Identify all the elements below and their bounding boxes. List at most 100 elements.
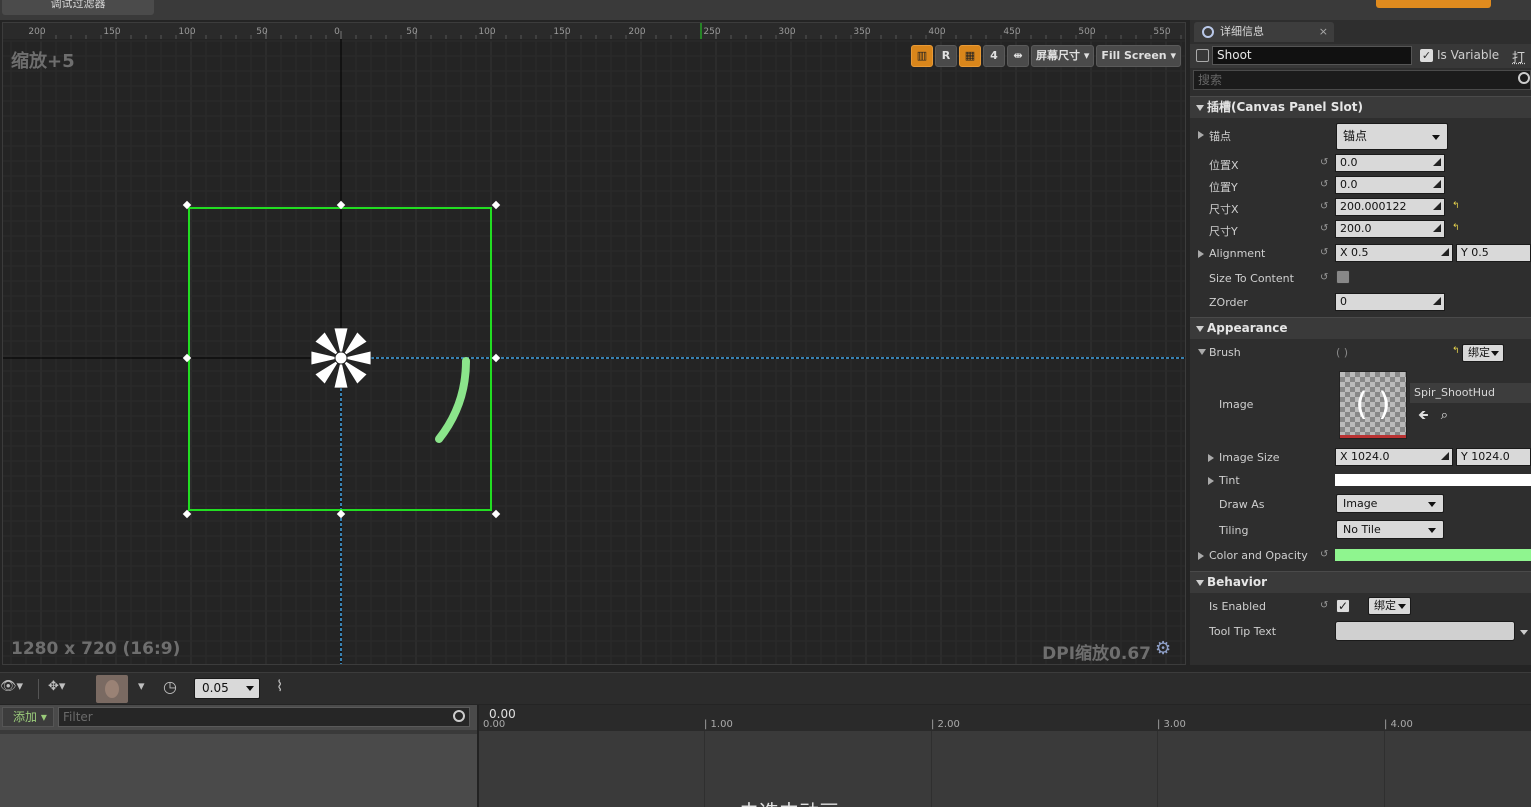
grid-snap-button[interactable]: ▦ xyxy=(959,45,981,67)
ruler-label: 450 xyxy=(1003,27,1020,37)
reset-icon[interactable]: ↺ xyxy=(1320,202,1330,212)
designer-canvas[interactable]: 200 150 100 50 0 50 100 150 200 250 300 350 400 450 50… xyxy=(2,22,1186,665)
designer-surface[interactable]: 200 150 100 50 0 50 100 150 200 250 300 350 400 450 50… xyxy=(3,23,1186,665)
position-x-field[interactable]: 0.0 xyxy=(1335,154,1445,172)
details-search-placeholder: 搜索 xyxy=(1198,73,1222,87)
draw-as-dropdown[interactable]: Image xyxy=(1336,494,1444,513)
expand-icon[interactable] xyxy=(1208,477,1214,485)
gear-icon[interactable]: ⚙ xyxy=(1155,639,1175,659)
add-track-button[interactable]: 添加 ▾ xyxy=(2,707,54,727)
track-list-header-strip xyxy=(0,730,477,734)
tiling-dropdown[interactable]: No Tile xyxy=(1336,520,1444,539)
ruler-label: 50 xyxy=(406,27,418,37)
animation-timeline[interactable]: 0.00 0.00 | 1.00| 2.00| 3.00| 4.00 未选中动画 xyxy=(477,705,1531,807)
details-search-input[interactable]: 搜索 xyxy=(1193,70,1531,90)
timeline-divider xyxy=(931,731,932,807)
reset-to-default-icon[interactable]: ↰ xyxy=(1452,347,1460,355)
reset-icon[interactable]: ↺ xyxy=(1320,273,1330,283)
zorder-field[interactable]: 0 xyxy=(1335,293,1445,311)
position-y-label: 位置Y xyxy=(1209,179,1238,195)
clock-icon: ◷ xyxy=(163,677,177,696)
screen-size-dropdown[interactable]: 屏幕尺寸 ▾ xyxy=(1031,45,1094,67)
is-variable-checkbox[interactable]: ✓ xyxy=(1420,49,1433,62)
layout-toggle-button[interactable]: ▥ xyxy=(911,45,933,67)
browse-asset-icon[interactable]: ⌕ xyxy=(1441,408,1448,423)
expand-icon[interactable] xyxy=(1198,131,1204,139)
ruler-label: 200 xyxy=(28,27,45,37)
chevron-down-icon[interactable]: ▾ xyxy=(138,679,145,694)
reset-icon[interactable]: ↺ xyxy=(1320,180,1330,190)
is-enabled-bind-label: 绑定 xyxy=(1374,599,1396,612)
collapse-icon[interactable] xyxy=(1198,349,1206,355)
brush-bind-label: 绑定 xyxy=(1468,346,1490,359)
chevron-down-icon[interactable] xyxy=(1520,630,1528,635)
zoom-to-fit-button[interactable]: ⇹ xyxy=(1007,45,1029,67)
color-and-opacity-label: Color and Opacity xyxy=(1209,549,1308,562)
alignment-x-field[interactable]: X 0.5 xyxy=(1335,244,1453,262)
curve-icon[interactable]: ⌇ xyxy=(276,677,283,695)
transform-icon[interactable]: ✥▾ xyxy=(48,679,65,694)
eye-icon[interactable]: 👁▾ xyxy=(0,679,23,694)
size-y-field[interactable]: 200.0 xyxy=(1335,220,1445,238)
widget-name-input[interactable]: Shoot xyxy=(1212,46,1412,65)
position-y-field[interactable]: 0.0 xyxy=(1335,176,1445,194)
prop-anchors: 锚点 锚点 xyxy=(1190,123,1531,147)
ruler-label: 100 xyxy=(478,27,495,37)
image-thumbnail[interactable]: ( ) xyxy=(1339,371,1407,439)
expand-icon[interactable] xyxy=(1198,552,1204,560)
reset-to-default-icon[interactable]: ↰ xyxy=(1452,224,1460,232)
section-behavior[interactable]: Behavior xyxy=(1190,571,1531,593)
section-canvas-panel-slot[interactable]: 插槽(Canvas Panel Slot) xyxy=(1190,96,1531,118)
anchors-dropdown[interactable]: 锚点 xyxy=(1336,123,1448,150)
image-size-label: Image Size xyxy=(1219,451,1280,464)
image-size-x-field[interactable]: X 1024.0 xyxy=(1335,448,1453,466)
section-appearance[interactable]: Appearance xyxy=(1190,317,1531,339)
is-enabled-bind-button[interactable]: 绑定 xyxy=(1368,597,1411,615)
resolution-label: 1280 x 720 (16:9) xyxy=(11,639,180,659)
screen-size-label: 屏幕尺寸 xyxy=(1036,49,1080,62)
is-enabled-checkbox[interactable]: ✓ xyxy=(1336,599,1350,613)
expand-icon[interactable] xyxy=(1208,454,1214,462)
timeline-ruler[interactable]: 0.00 0.00 | 1.00 | 2.00 | 3.00 | 4.00 xyxy=(479,705,1531,731)
texture-type-bar xyxy=(1340,435,1406,438)
widget-type-icon xyxy=(1196,49,1209,62)
timeline-divider xyxy=(1157,731,1158,807)
timeline-tick-label: | 2.00 xyxy=(931,719,960,730)
ruler-label: 550 xyxy=(1153,27,1170,37)
avatar[interactable] xyxy=(96,675,128,703)
brush-bind-button[interactable]: 绑定 xyxy=(1462,344,1504,362)
ruler-label: 150 xyxy=(103,27,120,37)
respect-locks-button[interactable]: R xyxy=(935,45,957,67)
size-x-field[interactable]: 200.000122 xyxy=(1335,198,1445,216)
image-size-y-field[interactable]: Y 1024.0 xyxy=(1456,448,1531,466)
prop-zorder: ZOrder 0 xyxy=(1190,291,1531,315)
compile-button[interactable] xyxy=(1376,0,1491,8)
alignment-y-field[interactable]: Y 0.5 xyxy=(1456,244,1531,262)
tab-details[interactable]: 详细信息 × xyxy=(1194,22,1334,42)
reset-to-default-icon[interactable]: ↰ xyxy=(1452,202,1460,210)
time-snap-dropdown[interactable]: 0.05 xyxy=(194,678,260,699)
use-selected-asset-icon[interactable]: 🡸 xyxy=(1418,408,1429,423)
grid-snap-value[interactable]: 4 xyxy=(983,45,1005,67)
close-icon[interactable]: × xyxy=(1319,22,1328,42)
size-to-content-checkbox[interactable] xyxy=(1336,270,1350,284)
fill-screen-dropdown[interactable]: Fill Screen ▾ xyxy=(1096,45,1181,67)
size-to-content-label: Size To Content xyxy=(1209,272,1294,285)
timeline-body[interactable] xyxy=(479,731,1531,807)
is-enabled-label: Is Enabled xyxy=(1209,600,1266,613)
color-and-opacity-swatch[interactable] xyxy=(1335,549,1531,561)
reset-icon[interactable]: ↺ xyxy=(1320,248,1330,258)
brush-preview: ( ) xyxy=(1336,346,1348,359)
reset-icon[interactable]: ↺ xyxy=(1320,224,1330,234)
reset-icon[interactable]: ↺ xyxy=(1320,550,1330,560)
prop-size-y: 尺寸Y ↺ 200.0 ↰ xyxy=(1190,218,1531,242)
tint-color-swatch[interactable] xyxy=(1335,474,1531,486)
filter-input[interactable]: Filter xyxy=(58,707,470,727)
debug-filter-button[interactable]: 调试过滤器 xyxy=(2,0,154,15)
image-asset-picker[interactable]: Spir_ShootHud xyxy=(1410,383,1531,403)
tooltip-text-field[interactable] xyxy=(1335,621,1515,641)
is-variable-label: Is Variable xyxy=(1437,48,1499,62)
expand-icon[interactable] xyxy=(1198,250,1204,258)
reset-icon[interactable]: ↺ xyxy=(1320,601,1330,611)
reset-icon[interactable]: ↺ xyxy=(1320,158,1330,168)
